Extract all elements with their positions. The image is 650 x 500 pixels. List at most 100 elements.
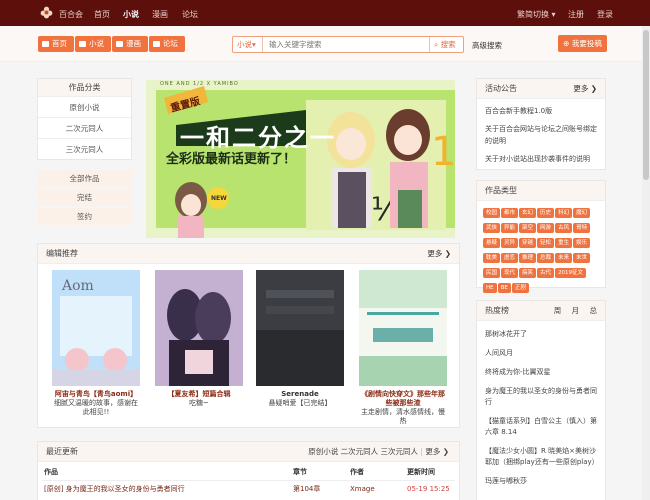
book-cover[interactable] (155, 270, 243, 386)
genre-tag[interactable]: 未来 (555, 253, 573, 263)
genre-tag[interactable]: 末世 (573, 253, 591, 263)
genre-tag[interactable]: 2019征文 (555, 268, 587, 278)
search-button[interactable]: ⌕ 搜索 (429, 37, 463, 52)
hot-item[interactable]: 那树冰花开了 (477, 329, 605, 340)
genre-tag[interactable]: 玄幻 (519, 208, 537, 218)
genre-tag[interactable]: 都市 (501, 208, 519, 218)
genre-tag[interactable]: 校园 (483, 208, 501, 218)
genre-tag[interactable]: 正剧 (511, 283, 529, 293)
book-title[interactable]: 阿宙与青鸟【青鸟aomi】 (52, 390, 140, 399)
genre-tag[interactable]: 重生 (555, 238, 573, 248)
recent-link-3d[interactable]: 三次元同人 (381, 447, 419, 456)
genre-tag[interactable]: HE (483, 283, 497, 293)
genre-tag[interactable]: 耽美 (483, 253, 501, 263)
quick-home-button[interactable]: 首页 (38, 36, 74, 52)
site-logo-icon[interactable] (40, 6, 53, 19)
genre-tag[interactable]: 现代 (501, 268, 519, 278)
author-link[interactable]: Xmage (350, 480, 407, 498)
genre-tag[interactable]: 架空 (519, 223, 537, 233)
hot-item[interactable]: 人间风月 (477, 348, 605, 359)
book-title[interactable]: Serenade (256, 390, 344, 399)
recent-link-2d[interactable]: 二次元同人 (341, 447, 379, 456)
nav-novel[interactable]: 小说 (123, 9, 139, 20)
chat-icon (153, 41, 160, 47)
book-cover[interactable]: Aom (52, 270, 140, 386)
nav-comic[interactable]: 漫画 (152, 9, 168, 20)
genre-tag[interactable]: 古代 (537, 268, 555, 278)
genre-tag[interactable]: 武侠 (483, 223, 501, 233)
editor-picks-more[interactable]: 更多 ❯ (427, 244, 451, 264)
hot-item[interactable]: 【猫童话系列】白雪公主（慎入）第六章 8.14 (477, 416, 605, 438)
genre-tag[interactable]: 虐恋 (501, 253, 519, 263)
book-cover[interactable] (256, 270, 344, 386)
announcement-item[interactable]: 关于百合会网站与论坛之间账号绑定的说明 (477, 123, 605, 147)
genre-tag[interactable]: 科幻 (555, 208, 573, 218)
site-name-link[interactable]: 百合会 (59, 9, 83, 20)
book-card[interactable]: Serenade 悬疑哨爱【已完结】 (256, 270, 344, 408)
genre-tag[interactable]: 网游 (537, 223, 555, 233)
nav-home[interactable]: 首页 (94, 9, 110, 20)
nav-forum[interactable]: 论坛 (182, 9, 198, 20)
book-card[interactable]: 《剧情向快穿文》那些年那些被那些渣 主走剧情，清水感情线，慢热 (359, 270, 447, 426)
book-cover[interactable] (359, 270, 447, 386)
recent-more[interactable]: 更多 ❯ (425, 447, 449, 456)
genre-tag[interactable]: 古风 (555, 223, 573, 233)
announcement-item[interactable]: 百合会新手教程1.0版 (477, 105, 605, 117)
genre-tag[interactable]: 悬疑 (483, 238, 501, 248)
category-3d-fanfic[interactable]: 三次元同人 (38, 139, 131, 160)
announcements-more[interactable]: 更多 ❯ (573, 79, 597, 99)
genre-tag[interactable]: 轻松 (537, 238, 555, 248)
hot-item[interactable]: 终将成为你-比翼双星 (477, 367, 605, 378)
submit-work-button[interactable]: ⊕ 我要投稿 (558, 35, 607, 52)
hot-item[interactable]: 玛莲与嘟秋莎 (477, 476, 605, 487)
genre-tag[interactable]: 历史 (537, 208, 555, 218)
genre-tag[interactable]: 推理 (519, 253, 537, 263)
hot-tab-month[interactable]: 月 (572, 306, 580, 315)
book-card[interactable]: 【夏友希】短篇合辑 吃糖~ (155, 270, 243, 408)
search-input[interactable] (265, 37, 425, 52)
announcement-item[interactable]: 关于对小说站出现抄袭事件的说明 (477, 153, 605, 165)
quick-comic-button[interactable]: 漫画 (112, 36, 148, 52)
filter-completed[interactable]: 完结 (37, 189, 132, 206)
quick-comic-label: 漫画 (126, 39, 141, 48)
recent-updates-panel: 最近更新 原创小说 二次元同人 三次元同人 | 更多 ❯ 作品 章节 作者 更新… (37, 441, 460, 500)
recent-more-label: 更多 (425, 447, 441, 456)
genre-tag[interactable]: 穿越 (519, 238, 537, 248)
hot-item[interactable]: 【魔法少女小圆】R 晓美焰×美树沙耶加（捆绑play还有一些原创play） (477, 446, 605, 468)
genre-tag[interactable]: 搞笑 (519, 268, 537, 278)
quick-novel-button[interactable]: 小说 (75, 36, 111, 52)
genre-tag[interactable]: 哥特 (573, 223, 591, 233)
search-scope-select[interactable]: 小说▾ (233, 37, 263, 52)
genre-tag[interactable]: BE (497, 283, 511, 293)
genre-tag[interactable]: 娱乐 (573, 238, 591, 248)
genre-tag[interactable]: 魔幻 (573, 208, 591, 218)
quick-forum-button[interactable]: 论坛 (149, 36, 185, 52)
editor-picks-more-label: 更多 (427, 249, 443, 258)
genre-tag[interactable]: 灵异 (501, 238, 519, 248)
filter-all[interactable]: 全部作品 (37, 170, 132, 187)
genre-tag[interactable]: 异能 (501, 223, 519, 233)
col-header-time: 更新时间 (407, 467, 435, 476)
language-switch[interactable]: 繁简切换 ▾ (517, 9, 556, 20)
category-2d-fanfic[interactable]: 二次元同人 (38, 118, 131, 139)
book-title[interactable]: 【夏友希】短篇合辑 (155, 390, 243, 399)
hot-item[interactable]: 身为魔王的我以圣女的身份与勇者同行 (477, 386, 605, 408)
genre-tag[interactable]: 民国 (483, 268, 501, 278)
advanced-search-link[interactable]: 高级搜索 (472, 40, 502, 51)
work-link[interactable]: [原创] 身为魔王的我以圣女的身份与勇者同行 (42, 480, 293, 498)
recent-link-original[interactable]: 原创小说 (308, 447, 338, 456)
book-card[interactable]: Aom 阿宙与青鸟【青鸟aomi】 细腻又温暖的故事，感谢在此相见!! (52, 270, 140, 417)
hot-tab-week[interactable]: 周 (554, 306, 562, 315)
featured-banner[interactable]: 1 ½ 重置版 一和二分之一 全彩版最新话更新了！ ONE AND 1/2 X … (146, 80, 455, 238)
hot-tab-total[interactable]: 总 (590, 306, 598, 315)
book-title[interactable]: 《剧情向快穿文》那些年那些被那些渣 (359, 390, 447, 408)
category-original[interactable]: 原创小说 (38, 97, 131, 118)
scrollbar-thumb[interactable] (643, 30, 649, 180)
filter-signed[interactable]: 签约 (37, 208, 132, 225)
register-link[interactable]: 注册 (568, 9, 584, 20)
login-link[interactable]: 登录 (597, 9, 613, 20)
divider: | (420, 447, 423, 456)
page-scrollbar[interactable] (642, 26, 650, 500)
genre-tag[interactable]: 总裁 (537, 253, 555, 263)
chapter-link[interactable]: 第104章 (293, 480, 350, 498)
